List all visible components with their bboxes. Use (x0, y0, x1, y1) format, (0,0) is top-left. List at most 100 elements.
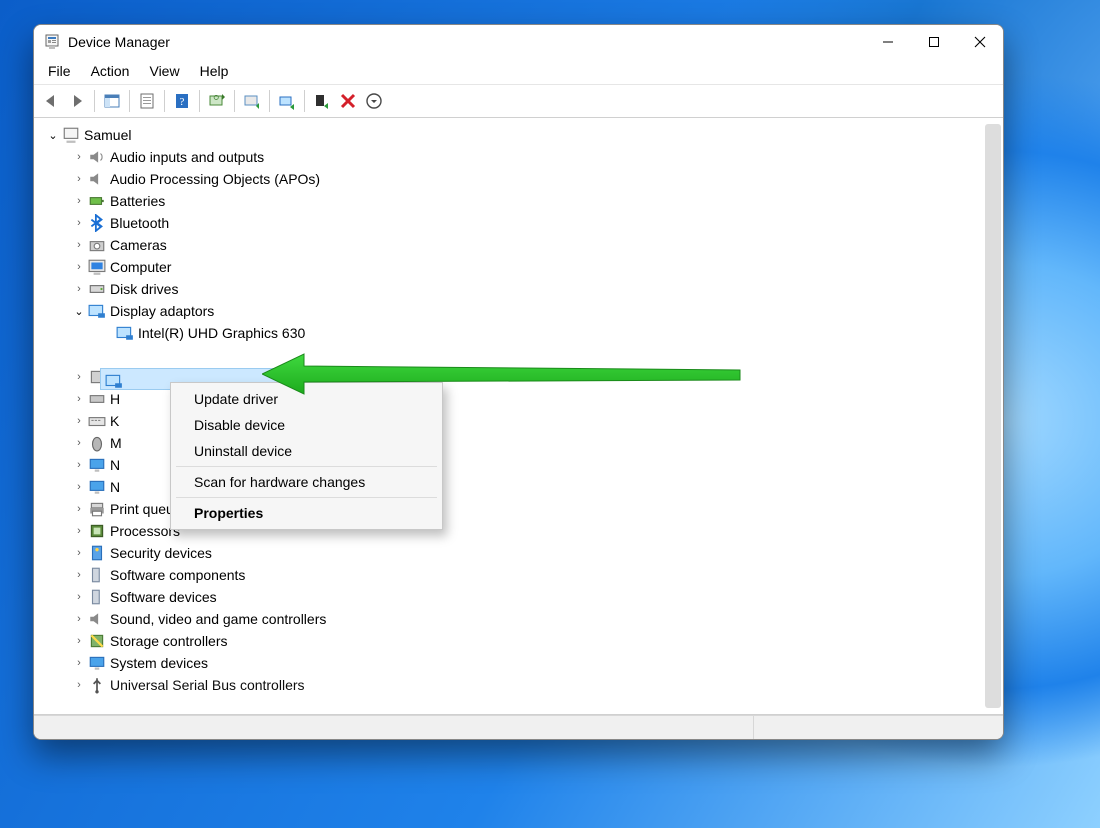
chevron-right-icon[interactable]: › (72, 261, 86, 273)
chevron-right-icon[interactable]: › (72, 371, 86, 383)
minimize-button[interactable] (865, 26, 911, 58)
back-button[interactable] (38, 88, 64, 114)
uninstall-device-button[interactable] (309, 88, 335, 114)
chevron-right-icon[interactable]: › (72, 547, 86, 559)
chevron-right-icon[interactable]: › (72, 217, 86, 229)
chevron-right-icon[interactable]: › (72, 173, 86, 185)
tree-category[interactable]: ›Security devices (42, 542, 993, 564)
toolbar-separator (234, 90, 235, 112)
tree-category-label: K (110, 413, 119, 429)
tree-category-label: H (110, 391, 120, 407)
context-menu-uninstall-device[interactable]: Uninstall device (172, 438, 441, 464)
toolbar: ? (34, 85, 1003, 118)
chevron-right-icon[interactable]: › (72, 481, 86, 493)
close-button[interactable] (957, 26, 1003, 58)
chevron-right-icon[interactable]: › (72, 635, 86, 647)
camera-icon (88, 237, 106, 253)
tree-category-display-adaptors[interactable]: ⌄ Display adaptors (42, 300, 993, 322)
disable-device-button[interactable] (335, 88, 361, 114)
enable-device-button[interactable] (274, 88, 300, 114)
context-menu-update-driver[interactable]: Update driver (172, 386, 441, 412)
computer-icon (62, 127, 80, 143)
chevron-right-icon[interactable]: › (72, 591, 86, 603)
tree-category[interactable]: › Storage controllers (42, 630, 993, 652)
tree-category[interactable]: › Cameras (42, 234, 993, 256)
toolbar-separator (129, 90, 130, 112)
tree-category[interactable]: ›System devices (42, 652, 993, 674)
storage-icon (88, 633, 106, 649)
show-console-tree-button[interactable] (99, 88, 125, 114)
tree-category[interactable]: › Disk drives (42, 278, 993, 300)
bluetooth-icon (88, 215, 106, 231)
tree-category[interactable]: › Bluetooth (42, 212, 993, 234)
menu-view[interactable]: View (139, 61, 189, 81)
chevron-right-icon[interactable]: › (72, 239, 86, 251)
tree-category[interactable]: › Audio Processing Objects (APOs) (42, 168, 993, 190)
vertical-scrollbar[interactable] (985, 124, 1001, 708)
display-adapter-icon (105, 372, 123, 388)
chevron-right-icon[interactable]: › (72, 283, 86, 295)
display-adapter-icon (116, 325, 134, 341)
chevron-right-icon[interactable]: › (72, 151, 86, 163)
tree-category[interactable]: › Audio inputs and outputs (42, 146, 993, 168)
network-icon (88, 479, 106, 495)
scan-hardware-button[interactable] (204, 88, 230, 114)
chevron-right-icon[interactable]: › (72, 657, 86, 669)
menu-help[interactable]: Help (190, 61, 239, 81)
chevron-right-icon[interactable]: › (72, 195, 86, 207)
tree-category-label: Software components (110, 567, 245, 583)
menu-file[interactable]: File (38, 61, 81, 81)
chevron-right-icon[interactable]: › (72, 459, 86, 471)
update-driver-button[interactable] (239, 88, 265, 114)
mouse-icon (88, 435, 106, 451)
chevron-down-icon[interactable]: ⌄ (46, 129, 60, 142)
cpu-icon (88, 523, 106, 539)
tree-category-label: Bluetooth (110, 215, 169, 231)
device-manager-icon (44, 34, 60, 50)
chevron-right-icon[interactable]: › (72, 613, 86, 625)
security-icon (88, 545, 106, 561)
context-menu-scan-hardware[interactable]: Scan for hardware changes (172, 469, 441, 495)
speaker-icon (88, 611, 106, 627)
toolbar-separator (94, 90, 95, 112)
context-menu-disable-device[interactable]: Disable device (172, 412, 441, 438)
context-menu-separator (176, 466, 437, 467)
chevron-right-icon[interactable]: › (72, 503, 86, 515)
tree-category[interactable]: › Batteries (42, 190, 993, 212)
context-menu-separator (176, 497, 437, 498)
tree-category[interactable]: ›Software devices (42, 586, 993, 608)
help-button[interactable]: ? (169, 88, 195, 114)
tree-category-label: Display adaptors (110, 303, 214, 319)
hid-icon (88, 391, 106, 407)
chevron-right-icon[interactable]: › (72, 415, 86, 427)
maximize-button[interactable] (911, 26, 957, 58)
tree-category[interactable]: › Computer (42, 256, 993, 278)
tree-category[interactable]: ›Universal Serial Bus controllers (42, 674, 993, 696)
window-title: Device Manager (68, 34, 170, 50)
chevron-right-icon[interactable]: › (72, 525, 86, 537)
chevron-right-icon[interactable]: › (72, 569, 86, 581)
tree-category-label: N (110, 479, 120, 495)
chevron-right-icon[interactable]: › (72, 437, 86, 449)
tree-root[interactable]: ⌄ Samuel (42, 124, 993, 146)
drive-icon (88, 281, 106, 297)
tree-category-label: Audio Processing Objects (APOs) (110, 171, 320, 187)
titlebar[interactable]: Device Manager (34, 25, 1003, 58)
context-menu: Update driver Disable device Uninstall d… (170, 382, 443, 530)
tree-category[interactable]: ›Sound, video and game controllers (42, 608, 993, 630)
window-controls (865, 26, 1003, 58)
chevron-down-icon[interactable]: ⌄ (72, 305, 86, 318)
svg-text:?: ? (180, 96, 185, 108)
tree-device-intel-uhd[interactable]: Intel(R) UHD Graphics 630 (42, 322, 993, 344)
menu-action[interactable]: Action (81, 61, 140, 81)
toolbar-separator (199, 90, 200, 112)
chevron-right-icon[interactable]: › (72, 679, 86, 691)
tree-category-label: Storage controllers (110, 633, 228, 649)
properties-button[interactable] (134, 88, 160, 114)
forward-button[interactable] (64, 88, 90, 114)
context-menu-properties[interactable]: Properties (172, 500, 441, 526)
menubar: File Action View Help (34, 58, 1003, 85)
chevron-right-icon[interactable]: › (72, 393, 86, 405)
tree-category[interactable]: › Software components (42, 564, 993, 586)
action-menu-button[interactable] (361, 88, 387, 114)
